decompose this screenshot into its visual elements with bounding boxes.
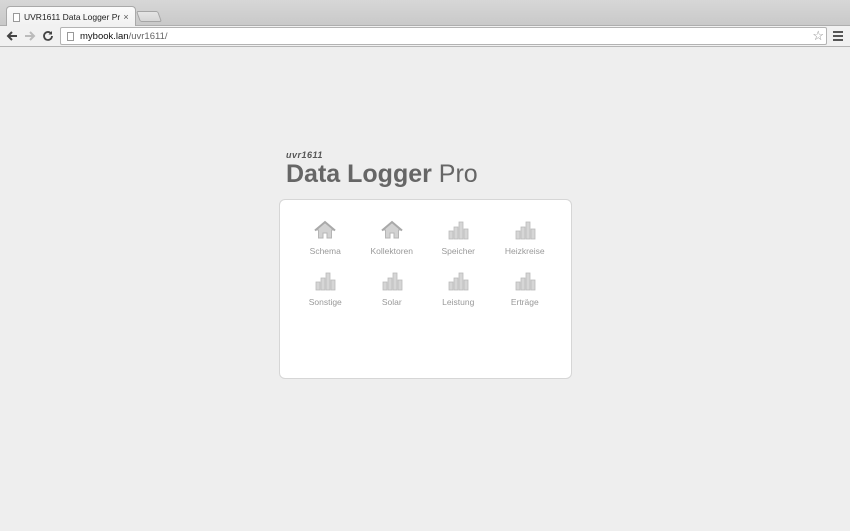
page-icon bbox=[67, 31, 74, 41]
bar-chart-icon bbox=[447, 271, 469, 291]
menu-item-label: Sonstige bbox=[308, 297, 342, 307]
menu-item-label: Erträge bbox=[510, 297, 539, 307]
star-icon[interactable]: ☆ bbox=[812, 28, 824, 44]
app-title-bold: Data Logger bbox=[286, 160, 432, 188]
menu-item-solar[interactable]: Solar bbox=[359, 271, 426, 307]
menu-item-label: Speicher bbox=[441, 246, 476, 256]
menu-item-label: Schema bbox=[309, 246, 341, 256]
menu-item-label: Leistung bbox=[442, 297, 475, 307]
menu-item-label: Kollektoren bbox=[370, 246, 414, 256]
menu-panel: Schema Kollektoren Speicher Heizkreise Sonst… bbox=[279, 199, 572, 379]
tab-title: UVR1611 Data Logger Pro bbox=[24, 12, 120, 22]
bar-chart-icon bbox=[314, 271, 336, 291]
url-host: mybook.lan bbox=[80, 30, 129, 42]
bar-chart-icon bbox=[447, 220, 469, 240]
menu-item-label: Heizkreise bbox=[504, 246, 545, 256]
menu-grid: Schema Kollektoren Speicher Heizkreise Sonst… bbox=[292, 220, 558, 307]
home-icon bbox=[381, 220, 403, 240]
menu-item-sonstige[interactable]: Sonstige bbox=[292, 271, 359, 307]
menu-item-speicher[interactable]: Speicher bbox=[425, 220, 492, 256]
browser-tab[interactable]: UVR1611 Data Logger Pro × bbox=[6, 6, 136, 27]
address-bar[interactable]: mybook.lan /uvr1611/ ☆ bbox=[60, 27, 827, 45]
bar-chart-icon bbox=[381, 271, 403, 291]
menu-item-ertr-ge[interactable]: Erträge bbox=[492, 271, 559, 307]
new-tab-button[interactable] bbox=[135, 11, 163, 22]
menu-item-leistung[interactable]: Leistung bbox=[425, 271, 492, 307]
browser-toolbar: mybook.lan /uvr1611/ ☆ bbox=[0, 26, 850, 47]
app-title: Data Logger Pro bbox=[286, 160, 478, 188]
bar-chart-icon bbox=[514, 220, 536, 240]
reload-icon[interactable] bbox=[40, 28, 56, 44]
menu-item-label: Solar bbox=[381, 297, 402, 307]
menu-item-kollektoren[interactable]: Kollektoren bbox=[359, 220, 426, 256]
menu-item-schema[interactable]: Schema bbox=[292, 220, 359, 256]
home-icon bbox=[314, 220, 336, 240]
close-icon[interactable]: × bbox=[120, 12, 132, 22]
bar-chart-icon bbox=[514, 271, 536, 291]
page-icon bbox=[13, 12, 20, 22]
app-header: uvr1611 Data Logger Pro bbox=[286, 150, 478, 188]
menu-icon[interactable] bbox=[830, 28, 846, 44]
app-title-light: Pro bbox=[431, 160, 478, 188]
app-subtitle: uvr1611 bbox=[286, 150, 323, 160]
forward-arrow-icon[interactable] bbox=[22, 28, 38, 44]
menu-item-heizkreise[interactable]: Heizkreise bbox=[492, 220, 559, 256]
url-path: /uvr1611/ bbox=[128, 30, 168, 42]
back-arrow-icon[interactable] bbox=[4, 28, 20, 44]
tab-strip: UVR1611 Data Logger Pro × bbox=[0, 0, 850, 27]
